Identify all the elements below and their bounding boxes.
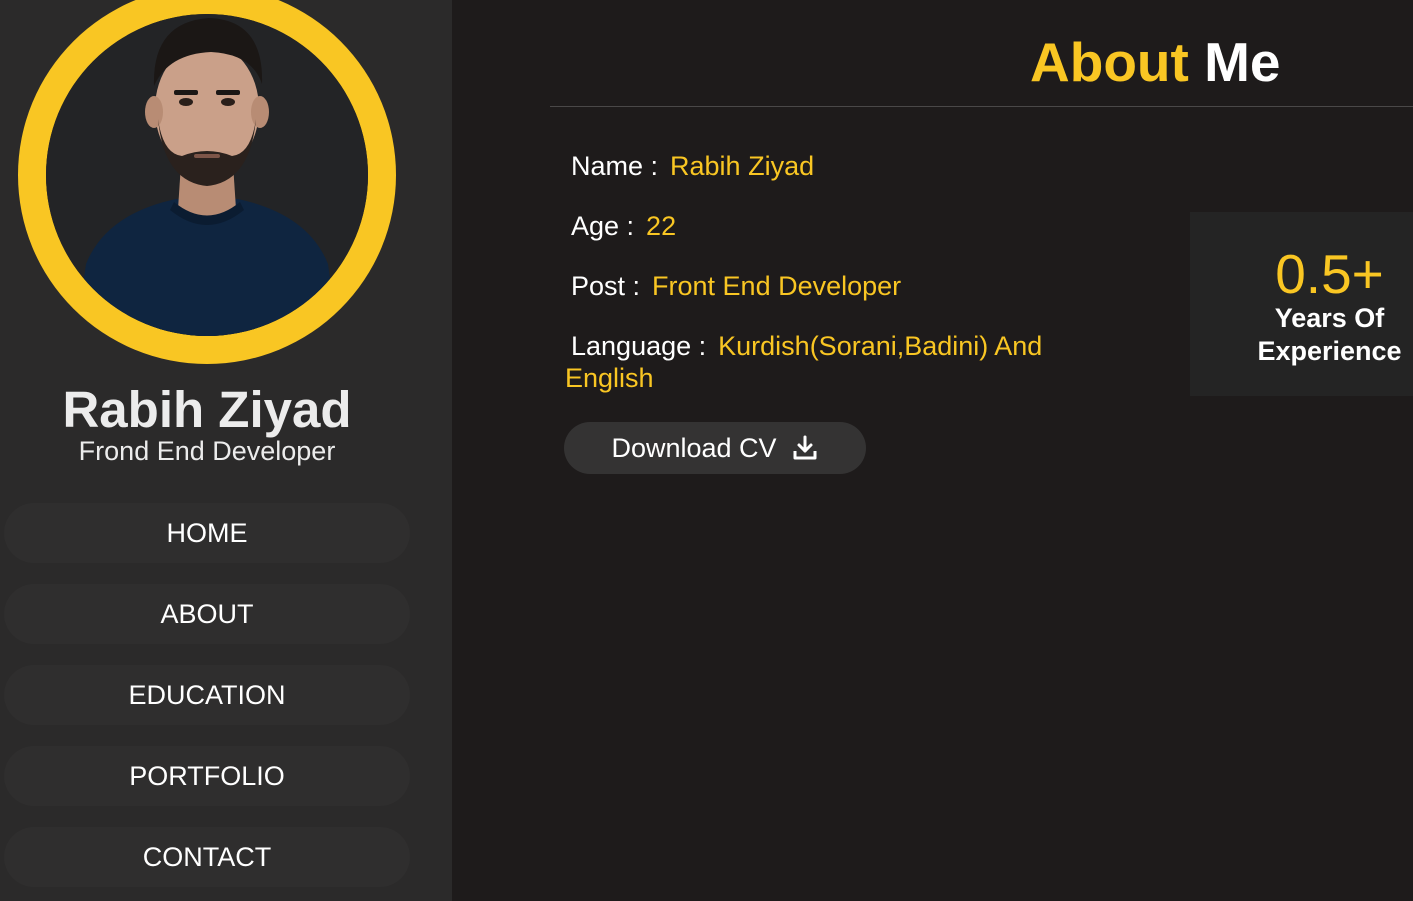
page-title-rest: Me xyxy=(1204,31,1281,93)
page-title: About Me xyxy=(1030,30,1281,94)
nav-item-portfolio[interactable]: PORTFOLIO xyxy=(4,746,410,806)
experience-card: 0.5+ Years Of Experience xyxy=(1190,212,1413,396)
info-label: Post : xyxy=(571,271,641,301)
avatar xyxy=(46,14,368,336)
profile-name: Rabih Ziyad xyxy=(62,381,352,438)
title-divider xyxy=(550,106,1413,107)
download-cv-label: Download CV xyxy=(611,432,777,463)
info-row-language: Language : Kurdish(Sorani,Badini) And Eng… xyxy=(565,330,1105,394)
info-value: 22 xyxy=(646,211,677,241)
info-label: Name : xyxy=(571,151,659,181)
page-title-accent: About xyxy=(1030,31,1189,93)
experience-label: Years Of Experience xyxy=(1162,302,1413,368)
info-value: Rabih Ziyad xyxy=(670,151,815,181)
info-row-name: Name : Rabih Ziyad xyxy=(565,150,1105,182)
info-label: Age : xyxy=(571,211,635,241)
sidebar: Rabih Ziyad Frond End Developer HOME ABO… xyxy=(0,0,452,901)
profile-photo xyxy=(46,14,368,336)
info-label: Language : xyxy=(571,331,707,361)
experience-label-line1: Years Of xyxy=(1274,303,1385,333)
profile-role: Frond End Developer xyxy=(78,436,336,466)
info-row-age: Age : 22 xyxy=(565,210,1105,242)
info-row-post: Post : Front End Developer xyxy=(565,270,1105,302)
nav-item-home[interactable]: HOME xyxy=(4,503,410,563)
experience-label-line2: Experience xyxy=(1257,336,1402,366)
nav-item-contact[interactable]: CONTACT xyxy=(4,827,410,887)
download-icon xyxy=(793,435,817,460)
avatar-ring xyxy=(18,0,396,364)
nav-item-about[interactable]: ABOUT xyxy=(4,584,410,644)
nav-item-education[interactable]: EDUCATION xyxy=(4,665,410,725)
info-value: Front End Developer xyxy=(652,271,902,301)
download-cv-button[interactable]: Download CV xyxy=(564,422,866,474)
experience-value: 0.5+ xyxy=(1275,243,1384,305)
